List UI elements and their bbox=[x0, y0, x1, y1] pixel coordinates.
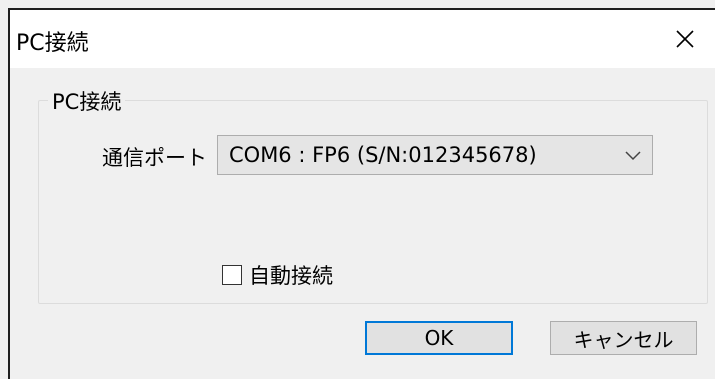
pc-connection-group bbox=[38, 100, 708, 304]
close-button[interactable] bbox=[665, 20, 705, 58]
close-icon bbox=[676, 30, 694, 48]
auto-connect-checkbox[interactable] bbox=[222, 265, 242, 285]
dialog-body: PC接続 通信ポート COM6 : FP6 (S/N:012345678) 自動… bbox=[10, 68, 715, 379]
chevron-down-icon bbox=[625, 151, 641, 161]
auto-connect-option[interactable]: 自動接続 bbox=[222, 261, 333, 289]
cancel-button[interactable]: キャンセル bbox=[550, 321, 697, 355]
ok-button[interactable]: OK bbox=[365, 321, 513, 355]
auto-connect-label[interactable]: 自動接続 bbox=[249, 260, 333, 290]
communication-port-label: 通信ポート bbox=[102, 146, 207, 170]
window-title: PC接続 bbox=[16, 31, 89, 56]
communication-port-value: COM6 : FP6 (S/N:012345678) bbox=[229, 143, 537, 167]
pc-connection-dialog: PC接続 PC接続 通信ポート COM6 : FP6 (S/N:01234567… bbox=[0, 0, 715, 379]
title-bar: PC接続 bbox=[10, 10, 715, 68]
group-legend: PC接続 bbox=[48, 86, 126, 116]
communication-port-dropdown[interactable]: COM6 : FP6 (S/N:012345678) bbox=[217, 135, 653, 175]
